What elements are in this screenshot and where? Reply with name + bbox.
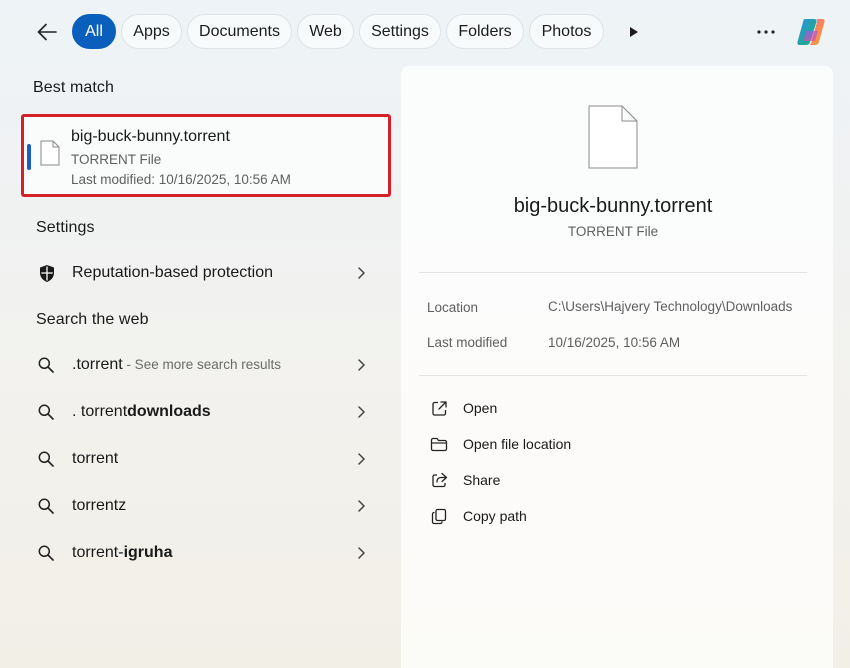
open-action[interactable]: Open <box>429 394 497 422</box>
tab-web[interactable]: Web <box>297 14 354 49</box>
search-icon <box>38 357 54 373</box>
chevron-right-icon <box>357 267 365 279</box>
location-value: C:\Users\Hajvery Technology\Downloads <box>548 299 793 314</box>
suggestion-label: torrent-igruha <box>72 544 354 562</box>
tab-settings[interactable]: Settings <box>359 14 441 49</box>
chevron-right-icon <box>357 500 365 512</box>
tab-label: Photos <box>541 22 592 40</box>
tab-label: Apps <box>133 22 170 40</box>
tab-all[interactable]: All <box>72 14 116 49</box>
tab-photos[interactable]: Photos <box>529 14 604 49</box>
suggestion-bold: downloads <box>127 403 211 420</box>
more-options-button[interactable] <box>752 22 780 42</box>
preview-file-name: big-buck-bunny.torrent <box>513 195 713 217</box>
tab-label: All <box>85 22 103 40</box>
folder-icon <box>430 437 448 451</box>
setting-label: Reputation-based protection <box>72 264 274 281</box>
chevron-right-icon <box>357 453 365 465</box>
tab-label: Web <box>309 22 342 40</box>
web-suggestion[interactable]: .torrent - See more search results <box>28 345 386 385</box>
play-icon <box>630 27 638 37</box>
preview-panel: big-buck-bunny.torrent TORRENT File Loca… <box>401 66 833 668</box>
filter-bar: All Apps Documents Web Settings Folders … <box>0 0 850 64</box>
suggestion-bold: igruha <box>123 544 173 561</box>
tab-label: Folders <box>458 22 512 40</box>
tab-label: Documents <box>199 22 280 40</box>
location-label: Location <box>427 300 479 315</box>
ellipsis-icon <box>757 30 775 34</box>
more-filters-button[interactable] <box>624 22 644 42</box>
suggestion-label: .torrent - See more search results <box>72 356 354 374</box>
tab-apps[interactable]: Apps <box>121 14 182 49</box>
open-file-location-action[interactable]: Open file location <box>429 430 571 458</box>
action-label: Share <box>463 472 501 488</box>
settings-heading: Settings <box>36 219 95 236</box>
copy-path-action[interactable]: Copy path <box>429 502 527 530</box>
chevron-right-icon <box>357 406 365 418</box>
divider <box>419 272 807 273</box>
result-modified: Last modified: 10/16/2025, 10:56 AM <box>71 172 291 187</box>
preview-file-type: TORRENT File <box>567 224 659 239</box>
setting-reputation-protection[interactable]: Reputation-based protection <box>28 253 386 293</box>
result-name: big-buck-bunny.torrent <box>71 128 230 145</box>
tab-folders[interactable]: Folders <box>446 14 524 49</box>
shield-icon <box>40 264 54 282</box>
suggestion-text: torrent- <box>72 544 124 561</box>
best-match-result[interactable]: big-buck-bunny.torrent TORRENT File Last… <box>21 114 391 197</box>
search-icon <box>38 498 54 514</box>
search-icon <box>38 451 54 467</box>
web-suggestion[interactable]: . torrentdownloads <box>28 392 386 432</box>
search-icon <box>38 545 54 561</box>
suggestion-label: torrentz <box>72 497 127 514</box>
web-suggestion[interactable]: torrentz <box>28 486 386 526</box>
suggestion-label: torrent <box>72 450 119 467</box>
last-modified-label: Last modified <box>427 335 508 350</box>
suggestion-text: .torrent <box>72 356 123 373</box>
web-suggestion[interactable]: torrent <box>28 439 386 479</box>
copilot-icon <box>797 19 825 45</box>
selection-indicator <box>27 144 31 170</box>
suggestion-label: . torrentdownloads <box>72 403 354 421</box>
share-icon <box>431 472 447 488</box>
best-match-heading: Best match <box>33 79 115 96</box>
suggestion-hint: - See more search results <box>122 357 281 372</box>
suggestion-text: . torrent <box>72 403 128 420</box>
chevron-right-icon <box>357 547 365 559</box>
chevron-right-icon <box>357 359 365 371</box>
tab-documents[interactable]: Documents <box>187 14 292 49</box>
copilot-button[interactable] <box>792 13 830 51</box>
divider <box>419 375 807 376</box>
last-modified-value: 10/16/2025, 10:56 AM <box>548 335 681 350</box>
share-action[interactable]: Share <box>429 466 500 494</box>
open-external-icon <box>431 400 447 416</box>
action-label: Copy path <box>463 508 527 524</box>
file-preview-icon <box>588 105 638 169</box>
web-suggestion[interactable]: torrent-igruha <box>28 533 386 573</box>
copy-icon <box>431 508 447 524</box>
action-label: Open file location <box>463 436 572 452</box>
file-icon <box>40 140 60 166</box>
action-label: Open <box>463 400 498 416</box>
result-type: TORRENT File <box>71 152 162 167</box>
tab-label: Settings <box>371 22 429 40</box>
search-icon <box>38 404 54 420</box>
back-button[interactable] <box>34 20 60 44</box>
search-web-heading: Search the web <box>36 311 149 328</box>
back-arrow-icon <box>37 23 57 41</box>
